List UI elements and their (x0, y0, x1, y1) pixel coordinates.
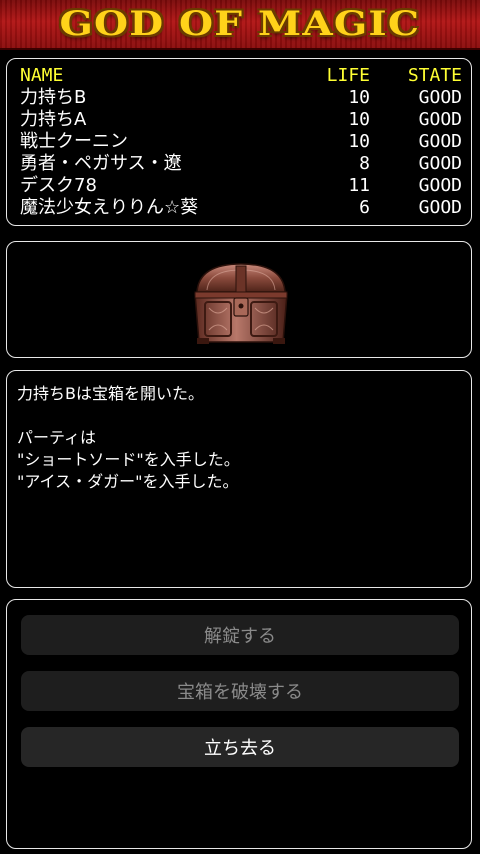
party-member-row: 戦士クーニン 10 GOOD (20, 131, 462, 153)
state-column-header: STATE (407, 65, 462, 86)
member-life: 10 (348, 87, 370, 108)
life-column-header: LIFE (326, 65, 370, 86)
party-member-row: 魔法少女えりりん☆葵 6 GOOD (20, 197, 462, 219)
message-line: パーティは (17, 428, 97, 447)
party-table-header: NAME LIFE STATE (20, 65, 462, 87)
message-line: "アイス・ダガー"を入手した。 (17, 472, 239, 491)
member-name: 勇者・ペガサス・遼 (20, 153, 182, 174)
member-life: 11 (348, 175, 370, 196)
member-name: デスク78 (20, 175, 97, 196)
message-line: 力持ちBは宝箱を開いた。 (17, 384, 204, 403)
leave-button[interactable]: 立ち去る (21, 727, 459, 767)
member-state: GOOD (418, 109, 462, 130)
member-name: 力持ちA (20, 109, 87, 130)
game-title: GOD OF MAGIC (59, 4, 421, 44)
member-life: 10 (348, 109, 370, 130)
member-life: 6 (359, 197, 370, 218)
message-log-panel: 力持ちBは宝箱を開いた。 パーティは "ショートソード"を入手した。 "アイス・… (6, 370, 472, 588)
message-line (17, 405, 461, 427)
party-table: NAME LIFE STATE 力持ちB 10 GOOD 力持ちA 10 GOO… (20, 65, 462, 219)
unlock-button[interactable]: 解錠する (21, 615, 459, 655)
name-column-header: NAME (20, 65, 64, 86)
treasure-chest-icon (194, 263, 288, 344)
title-banner: GOD OF MAGIC (0, 0, 480, 50)
party-status-panel: NAME LIFE STATE 力持ちB 10 GOOD 力持ちA 10 GOO… (6, 58, 472, 226)
member-state: GOOD (418, 131, 462, 152)
destroy-chest-button[interactable]: 宝箱を破壊する (21, 671, 459, 711)
member-state: GOOD (418, 87, 462, 108)
message-text: 力持ちBは宝箱を開いた。 パーティは "ショートソード"を入手した。 "アイス・… (17, 383, 461, 493)
member-life: 8 (359, 153, 370, 174)
party-member-row: 力持ちA 10 GOOD (20, 109, 462, 131)
member-name: 戦士クーニン (20, 131, 128, 152)
member-name: 魔法少女えりりん☆葵 (20, 197, 199, 218)
treasure-display-panel (6, 241, 472, 358)
party-member-row: 力持ちB 10 GOOD (20, 87, 462, 109)
member-life: 10 (348, 131, 370, 152)
party-member-row: デスク78 11 GOOD (20, 175, 462, 197)
party-member-row: 勇者・ペガサス・遼 8 GOOD (20, 153, 462, 175)
member-state: GOOD (418, 197, 462, 218)
member-state: GOOD (418, 153, 462, 174)
member-state: GOOD (418, 175, 462, 196)
message-line: "ショートソード"を入手した。 (17, 450, 240, 469)
member-name: 力持ちB (20, 87, 87, 108)
action-menu-panel: 解錠する 宝箱を破壊する 立ち去る (6, 599, 472, 849)
